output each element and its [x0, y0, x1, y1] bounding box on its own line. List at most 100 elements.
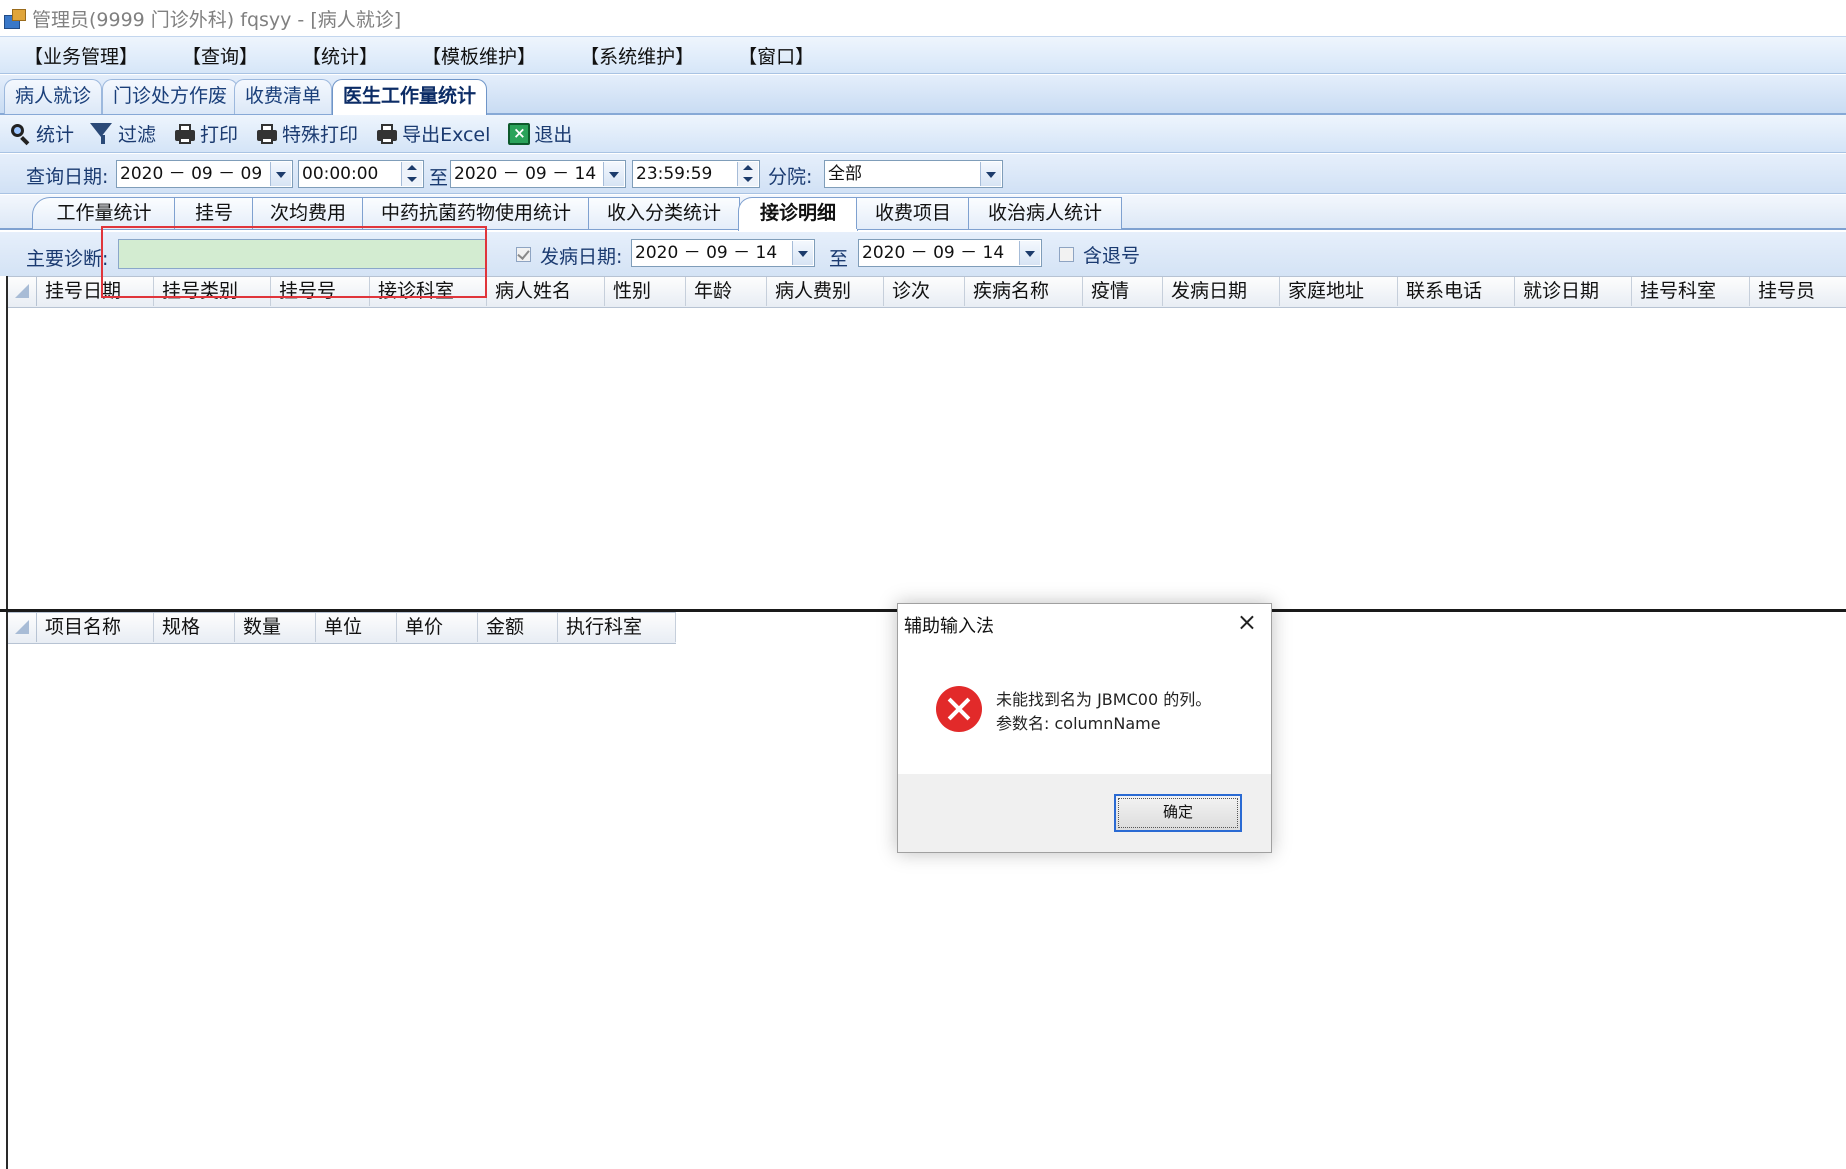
tab-doctor-workload[interactable]: 医生工作量统计 — [332, 79, 488, 117]
column-header[interactable]: 数量 — [235, 613, 316, 642]
query-date-from[interactable]: 2020 － 09 － 09 — [116, 160, 293, 188]
column-header[interactable]: 发病日期 — [1163, 277, 1280, 306]
tab-avg-cost[interactable]: 次均费用 — [252, 197, 364, 229]
onset-date-checkbox[interactable] — [516, 247, 531, 262]
tab-registration[interactable]: 挂号 — [174, 197, 254, 229]
tab-admitted-patients[interactable]: 收治病人统计 — [968, 197, 1122, 229]
spinner-icon[interactable] — [401, 162, 422, 186]
query-time-from[interactable]: 00:00:00 — [298, 160, 424, 188]
exit-button-label: 退出 — [534, 124, 573, 146]
column-header[interactable]: 疾病名称 — [965, 277, 1083, 306]
query-date-label: 查询日期: — [26, 166, 109, 188]
query-time-to[interactable]: 23:59:59 — [632, 160, 760, 188]
chevron-down-icon[interactable] — [270, 162, 291, 186]
ok-button[interactable]: 确定 — [1114, 794, 1242, 832]
tab-prescription-void[interactable]: 门诊处方作废 — [102, 79, 239, 114]
special-print-button[interactable]: 特殊打印 — [256, 120, 358, 147]
tab-patient-visit[interactable]: 病人就诊 — [4, 79, 103, 114]
filter-button-label: 过滤 — [118, 124, 157, 146]
onset-to-label: 至 — [829, 248, 849, 270]
funnel-icon — [90, 122, 114, 145]
module-tab-strip: 病人就诊 门诊处方作废 收费清单 医生工作量统计 — [0, 75, 1846, 117]
query-time-to-value: 23:59:59 — [636, 164, 713, 184]
query-time-from-value: 00:00:00 — [302, 164, 379, 184]
magnifier-icon — [10, 123, 32, 145]
export-excel-button-label: 导出Excel — [402, 124, 491, 146]
column-header[interactable]: 单价 — [397, 613, 478, 642]
tab-charge-list[interactable]: 收费清单 — [234, 79, 333, 114]
onset-date-to[interactable]: 2020 － 09 － 14 — [858, 239, 1042, 267]
menu-template[interactable]: 【模板维护】 — [422, 42, 536, 69]
query-date-from-value: 2020 － 09 － 09 — [120, 164, 263, 184]
column-header[interactable]: 就诊日期 — [1515, 277, 1632, 306]
select-all-corner[interactable] — [8, 613, 37, 642]
column-header[interactable]: 病人姓名 — [487, 277, 605, 306]
printer-icon — [174, 123, 196, 145]
tab-charge-items[interactable]: 收费项目 — [856, 197, 970, 229]
dialog-title: 辅助输入法 — [904, 616, 994, 637]
column-header[interactable]: 性别 — [605, 277, 686, 306]
column-header[interactable]: 执行科室 — [558, 613, 676, 642]
spinner-icon[interactable] — [737, 162, 758, 186]
chevron-down-icon[interactable] — [1019, 241, 1040, 265]
chevron-down-icon[interactable] — [603, 162, 624, 186]
column-header[interactable]: 诊次 — [884, 277, 965, 306]
tab-income-category[interactable]: 收入分类统计 — [588, 197, 740, 229]
column-header[interactable]: 疫情 — [1083, 277, 1163, 306]
onset-date-from-value: 2020 － 09 － 14 — [635, 243, 778, 263]
column-header[interactable]: 病人费别 — [767, 277, 884, 306]
menu-statistics[interactable]: 【统计】 — [302, 42, 378, 69]
select-all-corner[interactable] — [8, 277, 37, 306]
tab-herbal-antibiotic[interactable]: 中药抗菌药物使用统计 — [362, 197, 590, 229]
error-icon — [936, 686, 982, 732]
column-header[interactable]: 家庭地址 — [1280, 277, 1398, 306]
column-header[interactable]: 单位 — [316, 613, 397, 642]
chevron-down-icon[interactable] — [792, 241, 813, 265]
onset-date-from[interactable]: 2020 － 09 － 14 — [631, 239, 815, 267]
query-date-to[interactable]: 2020 － 09 － 14 — [450, 160, 626, 188]
report-tab-strip: 工作量统计 挂号 次均费用 中药抗菌药物使用统计 收入分类统计 接诊明细 收费项… — [0, 195, 1846, 231]
tab-visit-detail[interactable]: 接诊明细 — [738, 197, 858, 231]
printer-icon — [256, 123, 278, 145]
column-header[interactable]: 年龄 — [686, 277, 767, 306]
export-excel-button[interactable]: 导出Excel — [376, 120, 490, 147]
print-button-label: 打印 — [200, 124, 239, 146]
app-icon — [2, 5, 28, 31]
chevron-down-icon[interactable] — [980, 162, 1001, 186]
menu-business[interactable]: 【业务管理】 — [24, 42, 138, 69]
column-header[interactable]: 项目名称 — [37, 613, 154, 642]
grid-left-border — [6, 276, 8, 1169]
branch-select-value: 全部 — [828, 164, 862, 184]
stats-button[interactable]: 统计 — [10, 120, 74, 147]
stats-button-label: 统计 — [36, 124, 75, 146]
error-dialog: 辅助输入法 × 未能找到名为 JBMC00 的列。 参数名: columnNam… — [897, 603, 1272, 853]
menu-query[interactable]: 【查询】 — [182, 42, 258, 69]
column-header[interactable]: 挂号员 — [1750, 277, 1846, 306]
toolbar: 统计 过滤 打印 特殊打印 导出Excel × 退出 — [0, 115, 1846, 153]
diagnosis-label: 主要诊断: — [26, 248, 109, 270]
window-title-bar: 管理员(9999 门诊外科) fqsyy - [病人就诊] — [0, 0, 1846, 36]
menu-system[interactable]: 【系统维护】 — [580, 42, 694, 69]
filter-button[interactable]: 过滤 — [90, 120, 157, 147]
tab-workload-stats[interactable]: 工作量统计 — [32, 197, 176, 229]
onset-date-label: 发病日期: — [540, 246, 623, 268]
query-to-label: 至 — [429, 167, 449, 189]
printer-icon — [376, 123, 398, 145]
dialog-message-param: 参数名: columnName — [996, 714, 1161, 733]
branch-select[interactable]: 全部 — [824, 160, 1003, 188]
column-header[interactable]: 规格 — [154, 613, 235, 642]
branch-label: 分院: — [768, 166, 813, 188]
close-icon[interactable]: × — [1237, 608, 1257, 636]
print-button[interactable]: 打印 — [174, 120, 238, 147]
menu-bar: 【业务管理】 【查询】 【统计】 【模板维护】 【系统维护】 【窗口】 — [0, 36, 1846, 74]
column-header[interactable]: 联系电话 — [1398, 277, 1515, 306]
include-refund-checkbox[interactable] — [1059, 247, 1074, 262]
query-date-to-value: 2020 － 09 － 14 — [454, 164, 597, 184]
exit-button[interactable]: × 退出 — [508, 120, 572, 147]
detail-grid-header: 项目名称 规格 数量 单位 单价 金额 执行科室 — [8, 612, 676, 644]
column-header[interactable]: 金额 — [478, 613, 558, 642]
menu-window[interactable]: 【窗口】 — [738, 42, 814, 69]
column-header[interactable]: 挂号科室 — [1632, 277, 1750, 306]
dialog-message: 未能找到名为 JBMC00 的列。 — [996, 690, 1212, 709]
window-title: 管理员(9999 门诊外科) fqsyy - [病人就诊] — [32, 8, 402, 31]
